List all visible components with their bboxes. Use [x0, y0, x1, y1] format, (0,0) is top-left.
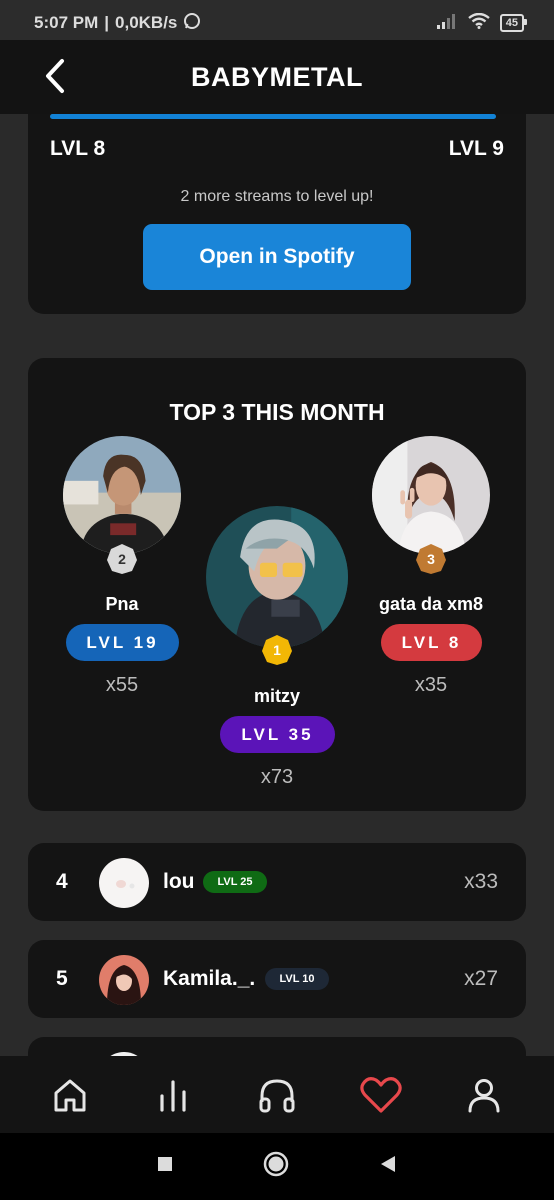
wifi-icon [468, 12, 490, 34]
leaderboard-row[interactable]: 5 Kamila._. LVL 10 x27 [28, 940, 526, 1018]
nav-profile[interactable] [456, 1067, 512, 1123]
avatar-second[interactable] [63, 436, 181, 554]
leaderboard-row[interactable] [28, 1037, 526, 1056]
row-level-pill: LVL 25 [203, 871, 267, 893]
rank-badge-second: 2 [106, 543, 138, 575]
row-avatar [99, 858, 149, 908]
page-title: BABYMETAL [191, 61, 363, 92]
rank-badge-third: 3 [415, 543, 447, 575]
status-right: 45 [436, 12, 528, 34]
top3-title: TOP 3 THIS MONTH [169, 399, 385, 425]
top3-card: TOP 3 THIS MONTH 2 Pna LVL 19 x55 1 mitz… [28, 358, 526, 811]
rank-badge-first: 1 [261, 634, 293, 666]
row-count: x33 [464, 870, 498, 893]
square-icon [158, 1157, 172, 1171]
nav-listen[interactable] [249, 1067, 305, 1123]
triangle-back-icon [381, 1156, 395, 1172]
level-pill-second: LVL 19 [66, 624, 179, 661]
name-third: gata da xm8 [378, 594, 484, 614]
rank-number-third: 3 [427, 551, 435, 567]
app-header: BABYMETAL [0, 40, 554, 114]
row-avatar [99, 955, 149, 1005]
row-rank: 4 [56, 870, 68, 893]
next-level-label: LVL 9 [448, 137, 504, 160]
level-progress-bar [50, 114, 496, 119]
level-pill-third: LVL 8 [381, 624, 482, 661]
level-card: LVL 8 LVL 9 2 more streams to level up! … [28, 114, 526, 314]
name-first: mitzy [253, 686, 300, 706]
streams-to-level-note: 2 more streams to level up! [180, 188, 374, 205]
status-left: 5:07 PM | 0,0KB/s [34, 12, 201, 35]
nav-home[interactable] [42, 1067, 98, 1123]
recents-button[interactable] [156, 1155, 174, 1178]
open-in-spotify-button[interactable]: Open in Spotify [143, 224, 411, 290]
bottom-nav [0, 1056, 554, 1133]
row-count: x27 [464, 967, 498, 990]
current-level-label: LVL 8 [50, 137, 106, 160]
avatar-third[interactable] [372, 436, 490, 554]
back-button[interactable] [38, 56, 72, 96]
back-system-button[interactable] [378, 1154, 398, 1179]
avatar-first[interactable] [206, 506, 348, 648]
count-third: x35 [414, 674, 448, 696]
status-divider: | [104, 13, 110, 32]
level-pill-first: LVL 35 [220, 716, 335, 753]
whatsapp-icon [183, 12, 201, 35]
rank-number-second: 2 [118, 551, 126, 567]
heart-icon [359, 1076, 402, 1113]
profile-icon [468, 1078, 500, 1112]
chevron-left-icon [46, 59, 64, 93]
rank-number-first: 1 [273, 642, 281, 658]
signal-icon [436, 13, 458, 34]
home-icon [54, 1079, 86, 1111]
leaderboard-row[interactable]: 4 lou LVL 25 x33 [28, 843, 526, 921]
row-name: lou [163, 870, 195, 893]
row-level-pill: LVL 10 [265, 968, 329, 990]
home-system-button[interactable] [262, 1150, 290, 1183]
headphones-icon [259, 1078, 295, 1112]
scroll-content[interactable]: LVL 8 LVL 9 2 more streams to level up! … [0, 114, 554, 1056]
stats-icon [160, 1079, 186, 1112]
level-progress-fill [50, 114, 496, 119]
status-speed: 0,0KB/s [115, 13, 178, 32]
nav-stats[interactable] [145, 1067, 201, 1123]
row-name: Kamila._. [163, 967, 256, 990]
status-time: 5:07 PM [34, 13, 99, 32]
system-nav-bar [0, 1133, 554, 1200]
battery-icon: 45 [499, 14, 528, 32]
count-first: x73 [260, 766, 294, 788]
circle-icon [263, 1151, 289, 1177]
count-second: x55 [105, 674, 139, 696]
name-second: Pna [105, 594, 139, 614]
row-rank: 5 [56, 967, 68, 990]
nav-favorites[interactable] [353, 1067, 409, 1123]
